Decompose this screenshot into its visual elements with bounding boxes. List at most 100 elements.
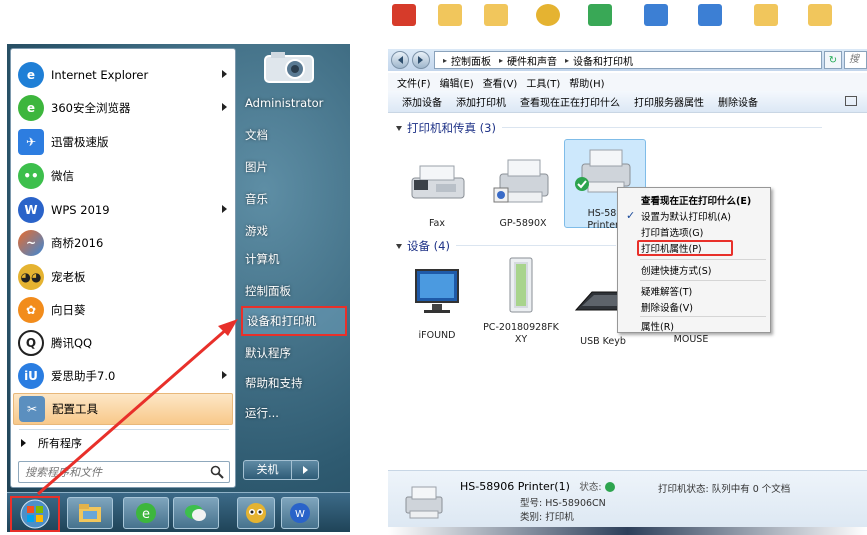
printers-group-header[interactable]: 打印机和传真 (3) [396, 120, 822, 136]
start-button[interactable] [10, 496, 60, 532]
add-device-button[interactable]: 添加设备 [402, 94, 442, 109]
spreadsheet-icon[interactable] [588, 4, 612, 26]
add-printer-button[interactable]: 添加打印机 [456, 94, 506, 109]
places-control-panel[interactable]: 控制面板 [241, 278, 347, 304]
device-label: Fax [428, 218, 446, 229]
tools-icon: ✂ [19, 396, 45, 422]
see-whats-printing-button[interactable]: 查看现在正在打印什么 [520, 94, 620, 109]
ctx-create-shortcut[interactable]: 创建快捷方式(S) [621, 262, 767, 278]
360-browser-icon: e [136, 503, 156, 523]
device-mouse[interactable]: MOUSE [652, 334, 730, 346]
device-fax[interactable]: Fax [398, 152, 476, 230]
ctx-label: 打印首选项(G) [641, 228, 704, 239]
shutdown-button[interactable]: 关机 [243, 460, 319, 480]
folder-icon[interactable] [484, 4, 508, 26]
view-options-icon[interactable] [845, 96, 857, 106]
shangqiao-icon: ~ [18, 230, 44, 256]
printer-icon [493, 159, 549, 203]
places-help-support[interactable]: 帮助和支持 [241, 370, 347, 396]
pet-icon [246, 503, 266, 523]
forward-button[interactable] [412, 51, 430, 69]
places-devices-and-printers[interactable]: 设备和打印机 [241, 306, 347, 336]
ctx-remove-device[interactable]: 删除设备(V) [621, 299, 767, 315]
program-internet-explorer[interactable]: e Internet Explorer [13, 59, 233, 91]
program-wps[interactable]: W WPS 2019 [13, 194, 233, 226]
details-name-text: HS-58906 Printer(1) [460, 480, 570, 493]
app-icon[interactable] [392, 4, 416, 26]
wps-icon: W [290, 503, 310, 523]
places-default-programs[interactable]: 默认程序 [241, 340, 347, 366]
taskbar-360-browser-button[interactable]: e [123, 497, 169, 529]
devices-printers-window: ▸ 控制面板 ▸ 硬件和声音 ▸ 设备和打印机 ↻ 搜索 文件(F) 编辑(E)… [388, 0, 867, 535]
fax-icon [411, 165, 465, 199]
computer-tower-icon [509, 257, 533, 313]
breadcrumb-control-panel[interactable]: 控制面板 [451, 53, 491, 68]
menu-divider [19, 429, 229, 430]
places-label: 设备和打印机 [247, 314, 316, 328]
places-computer[interactable]: 计算机 [241, 246, 347, 272]
program-thunder[interactable]: ✈ 迅雷极速版 [13, 126, 233, 158]
places-label: 默认程序 [245, 346, 291, 360]
program-i4[interactable]: iU 爱思助手7.0 [13, 360, 233, 392]
places-pictures[interactable]: 图片 [241, 154, 347, 180]
i4-icon: iU [18, 363, 44, 389]
details-pane: HS-58906 Printer(1) 状态: 型号: HS-58906CN 类… [388, 470, 867, 527]
breadcrumb-hardware-sound[interactable]: 硬件和声音 [507, 53, 557, 68]
folder-icon[interactable] [438, 4, 462, 26]
ctx-printer-properties[interactable]: 打印机属性(P) [637, 240, 733, 256]
program-wechat[interactable]: •• 微信 [13, 160, 233, 192]
folder-icon[interactable] [754, 4, 778, 26]
places-run[interactable]: 运行... [241, 400, 347, 426]
taskbar-wps-button[interactable]: W [281, 497, 319, 529]
all-programs-item[interactable]: 所有程序 [13, 433, 233, 453]
start-search-input[interactable] [25, 465, 205, 479]
group-divider [501, 127, 822, 128]
ctx-printing-preferences[interactable]: 打印首选项(G) [621, 224, 767, 240]
ctx-troubleshoot[interactable]: 疑难解答(T) [621, 283, 767, 299]
taskbar-pet-button[interactable] [237, 497, 275, 529]
ctx-divider [640, 316, 766, 317]
taskbar-explorer-button[interactable] [67, 497, 113, 529]
places-documents[interactable]: 文档 [241, 122, 347, 148]
shutdown-options-arrow-icon[interactable] [292, 466, 318, 474]
wechat-icon: •• [18, 163, 44, 189]
menu-edit[interactable]: 编辑(E) [440, 75, 474, 90]
refresh-button[interactable]: ↻ [824, 51, 842, 69]
menu-file[interactable]: 文件(F) [397, 75, 431, 90]
places-administrator[interactable]: Administrator [241, 90, 347, 116]
device-ifound[interactable]: iFOUND [398, 264, 476, 342]
breadcrumb-arrow-icon: ▸ [565, 55, 570, 65]
pet-icon[interactable] [536, 4, 560, 26]
address-box[interactable]: ▸ 控制面板 ▸ 硬件和声音 ▸ 设备和打印机 [434, 51, 822, 69]
explorer-search-input[interactable]: 搜索 [844, 51, 867, 69]
folder-icon[interactable] [808, 4, 832, 26]
program-qq[interactable]: Q 腾讯QQ [13, 327, 233, 359]
menu-help[interactable]: 帮助(H) [569, 75, 604, 90]
taskbar-wechat-button[interactable] [173, 497, 219, 529]
device-label: XY [514, 334, 528, 345]
devices-group-header[interactable]: 设备 (4) [396, 238, 616, 254]
program-pet[interactable]: ◕◕ 宠老板 [13, 261, 233, 293]
program-sunflower[interactable]: ✿ 向日葵 [13, 294, 233, 326]
print-server-properties-button[interactable]: 打印服务器属性 [634, 94, 704, 109]
menu-tools[interactable]: 工具(T) [526, 75, 560, 90]
device-label: MOUSE [673, 334, 709, 345]
menu-view[interactable]: 查看(V) [483, 75, 518, 90]
ctx-properties[interactable]: 属性(R) [621, 318, 767, 334]
program-360-browser[interactable]: e 360安全浏览器 [13, 92, 233, 124]
ctx-see-whats-printing[interactable]: 查看现在正在打印什么(E) [621, 192, 767, 208]
ctx-set-default-printer[interactable]: ✓ 设置为默认打印机(A) [621, 208, 767, 224]
remove-device-button[interactable]: 删除设备 [718, 94, 758, 109]
device-pc-20180928fkxy[interactable]: PC-20180928FK XY [482, 256, 560, 346]
document-icon[interactable] [698, 4, 722, 26]
program-label: 微信 [51, 169, 74, 183]
program-config-tools[interactable]: ✂ 配置工具 [13, 393, 233, 425]
start-search-box[interactable] [18, 461, 230, 483]
program-shangqiao[interactable]: ~ 商桥2016 [13, 227, 233, 259]
places-music[interactable]: 音乐 [241, 186, 347, 212]
back-button[interactable] [391, 51, 409, 69]
breadcrumb-devices-printers[interactable]: 设备和打印机 [573, 53, 633, 68]
document-icon[interactable] [644, 4, 668, 26]
device-gp-5890x[interactable]: GP-5890X [484, 152, 562, 230]
places-games[interactable]: 游戏 [241, 218, 347, 244]
